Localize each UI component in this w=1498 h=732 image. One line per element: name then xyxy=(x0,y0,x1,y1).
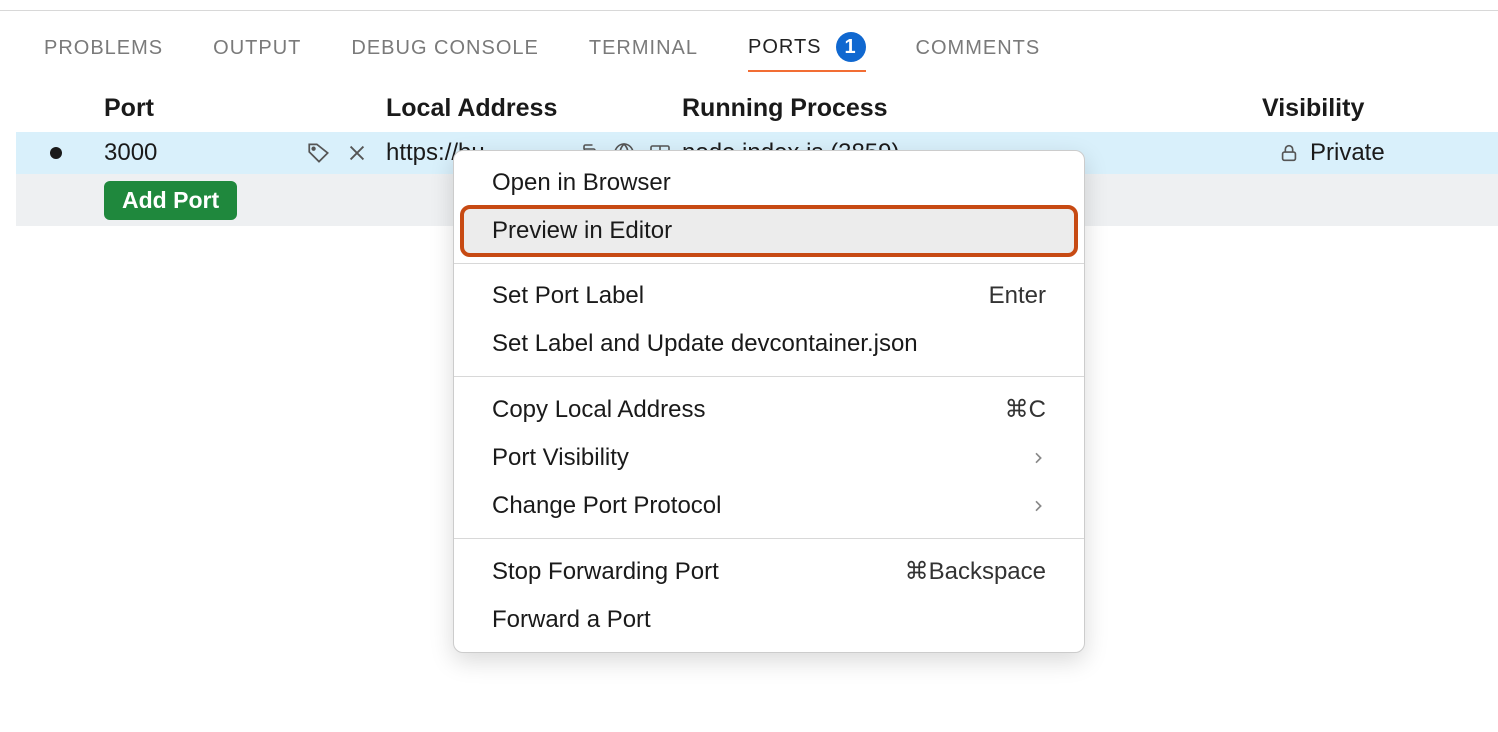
header-visibility: Visibility xyxy=(1262,94,1482,123)
chevron-right-icon xyxy=(1030,450,1046,466)
menu-preview-in-editor-label: Preview in Editor xyxy=(492,217,672,245)
port-status-indicator xyxy=(16,147,96,159)
menu-copy-local-address-shortcut: ⌘C xyxy=(1005,395,1046,424)
add-port-button[interactable]: Add Port xyxy=(104,181,237,220)
menu-port-visibility-label: Port Visibility xyxy=(492,444,629,472)
port-context-menu: Open in Browser Preview in Editor Set Po… xyxy=(453,150,1085,653)
tab-comments[interactable]: COMMENTS xyxy=(916,37,1041,68)
menu-forward-a-port-label: Forward a Port xyxy=(492,606,651,634)
port-number: 3000 xyxy=(104,139,157,167)
menu-stop-forwarding-port-label: Stop Forwarding Port xyxy=(492,558,719,586)
header-running-process: Running Process xyxy=(682,94,1262,123)
tab-problems-label: PROBLEMS xyxy=(44,37,163,60)
header-local-address: Local Address xyxy=(386,94,682,123)
tab-debug-label: DEBUG CONSOLE xyxy=(351,37,538,60)
tab-terminal[interactable]: TERMINAL xyxy=(589,37,698,68)
menu-open-in-browser[interactable]: Open in Browser xyxy=(462,159,1076,207)
tab-output-label: OUTPUT xyxy=(213,37,301,60)
menu-separator xyxy=(454,263,1084,264)
menu-change-port-protocol[interactable]: Change Port Protocol xyxy=(462,482,1076,530)
menu-copy-local-address[interactable]: Copy Local Address ⌘C xyxy=(462,385,1076,434)
menu-separator xyxy=(454,538,1084,539)
menu-set-label-devcontainer[interactable]: Set Label and Update devcontainer.json xyxy=(462,320,1076,368)
status-dot-icon xyxy=(50,147,62,159)
menu-set-port-label[interactable]: Set Port Label Enter xyxy=(462,272,1076,320)
tab-terminal-label: TERMINAL xyxy=(589,37,698,60)
lock-icon xyxy=(1278,142,1300,164)
visibility-text: Private xyxy=(1310,139,1385,167)
label-icon[interactable] xyxy=(306,140,332,166)
tab-comments-label: COMMENTS xyxy=(916,37,1041,60)
menu-set-port-label-shortcut: Enter xyxy=(989,282,1046,310)
ports-count-badge: 1 xyxy=(836,32,866,62)
menu-separator xyxy=(454,376,1084,377)
chevron-right-icon xyxy=(1030,498,1046,514)
panel-tabs: PROBLEMS OUTPUT DEBUG CONSOLE TERMINAL P… xyxy=(44,32,1040,72)
menu-forward-a-port[interactable]: Forward a Port xyxy=(462,596,1076,644)
tab-output[interactable]: OUTPUT xyxy=(213,37,301,68)
menu-preview-in-editor[interactable]: Preview in Editor xyxy=(462,207,1076,255)
header-port: Port xyxy=(96,94,386,123)
menu-set-port-label-label: Set Port Label xyxy=(492,282,644,310)
panel-top-border xyxy=(0,10,1498,11)
menu-change-port-protocol-label: Change Port Protocol xyxy=(492,492,721,520)
tab-problems[interactable]: PROBLEMS xyxy=(44,37,163,68)
tab-debug-console[interactable]: DEBUG CONSOLE xyxy=(351,37,538,68)
ports-table-header: Port Local Address Running Process Visib… xyxy=(16,86,1482,133)
tab-ports-label: PORTS xyxy=(748,36,822,59)
menu-open-in-browser-label: Open in Browser xyxy=(492,169,671,197)
close-icon[interactable] xyxy=(346,142,368,164)
menu-stop-forwarding-shortcut: ⌘Backspace xyxy=(905,557,1046,586)
menu-copy-local-address-label: Copy Local Address xyxy=(492,396,705,424)
menu-stop-forwarding-port[interactable]: Stop Forwarding Port ⌘Backspace xyxy=(462,547,1076,596)
tab-ports[interactable]: PORTS 1 xyxy=(748,32,866,72)
menu-set-label-devcontainer-label: Set Label and Update devcontainer.json xyxy=(492,330,918,358)
menu-port-visibility[interactable]: Port Visibility xyxy=(462,434,1076,482)
add-port-label: Add Port xyxy=(122,187,219,213)
